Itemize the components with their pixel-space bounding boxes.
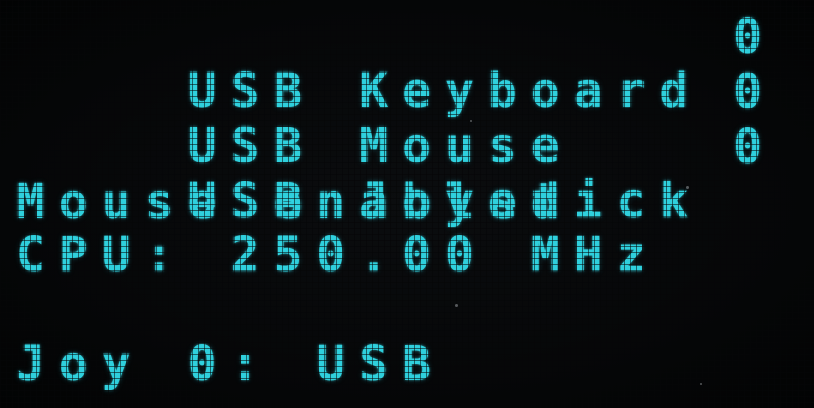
usb-mouse-count: 0 [733, 64, 776, 120]
usb-joystick-count: 0 [733, 119, 776, 175]
dust-speck [455, 304, 458, 307]
usb-joystick-row: USB Joystick 0 [16, 119, 806, 228]
dust-speck [700, 383, 702, 385]
dust-speck [686, 186, 689, 189]
oled-display: USB Keyboard 0 USB Mouse 0 USB Joystick … [0, 0, 814, 408]
usb-keyboard-count: 0 [733, 9, 776, 65]
usb-mouse-row: USB Mouse 0 [16, 64, 806, 173]
cpu-frequency-line: CPU: 250.00 MHz [16, 227, 660, 283]
joystick-assignment-line: Joy 0: USB [16, 336, 445, 392]
usb-keyboard-row: USB Keyboard 0 [16, 9, 806, 118]
dust-speck [470, 120, 472, 122]
mouse-status-line: Mouse enabled [16, 174, 574, 230]
